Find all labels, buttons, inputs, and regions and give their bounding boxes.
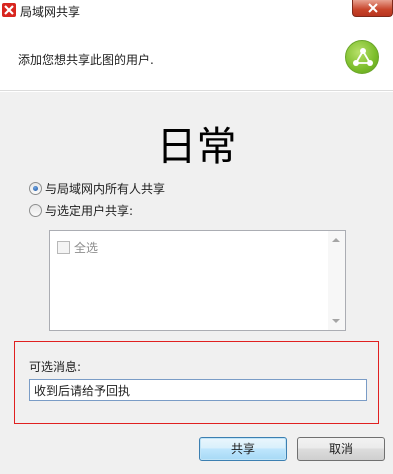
scroll-down-arrow-icon[interactable] [332,319,340,323]
select-all-row[interactable]: 全选 [57,239,98,256]
optional-message-input[interactable] [29,379,367,401]
radio-share-selected[interactable]: 与选定用户共享: [29,202,133,218]
radio-share-selected-label: 与选定用户共享: [45,203,134,218]
close-button[interactable] [352,0,393,17]
dialog-content: 日常 与局域网内所有人共享 与选定用户共享: 全选 可选消息: 共享 取消 [0,92,393,474]
user-list-scrollbar[interactable] [328,231,345,330]
dialog-header: 添加您想共享此图的用户. [0,21,393,91]
share-logo-icon [345,40,379,74]
app-logo-icon [2,3,16,17]
radio-share-all[interactable]: 与局域网内所有人共享 [29,180,165,196]
radio-share-all-label: 与局域网内所有人共享 [45,181,166,196]
select-all-label: 全选 [74,241,99,255]
share-item-title: 日常 [156,124,237,170]
header-description: 添加您想共享此图的用户. [18,53,154,67]
optional-message-group: 可选消息: [14,341,379,424]
select-all-checkbox[interactable] [57,241,70,254]
scroll-up-arrow-icon[interactable] [332,238,340,242]
close-icon [368,3,378,13]
title-bar: 局域网共享 [0,0,393,21]
share-button[interactable]: 共享 [199,437,287,461]
cancel-button[interactable]: 取消 [297,437,385,461]
radio-button[interactable] [29,203,42,217]
radio-button-checked[interactable] [29,181,42,195]
window-title: 局域网共享 [20,5,81,19]
user-list[interactable]: 全选 [49,230,346,331]
optional-message-label: 可选消息: [29,360,82,374]
